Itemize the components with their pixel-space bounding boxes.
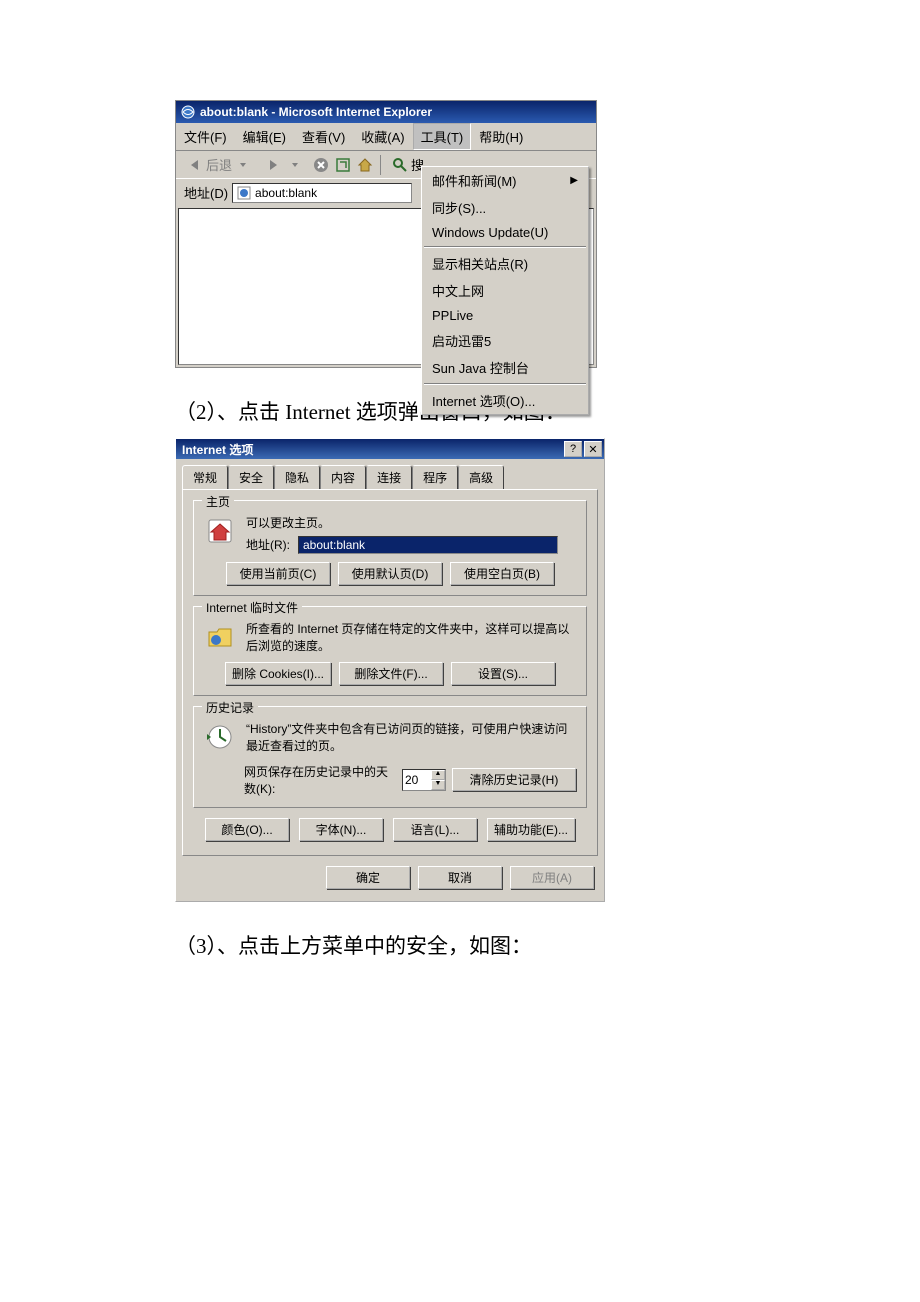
caption-step-3: （3）、点击上方菜单中的安全，如图： [175, 930, 920, 960]
address-value: about:blank [255, 186, 317, 200]
temp-files-desc: 所查看的 Internet 页存储在特定的文件夹中，这样可以提高以后浏览的速度。 [246, 621, 576, 655]
tab-strip: 常规 安全 隐私 内容 连接 程序 高级 [176, 459, 604, 489]
clear-history-button[interactable]: 清除历史记录(H) [452, 768, 576, 791]
use-blank-button[interactable]: 使用空白页(B) [450, 562, 554, 585]
dialog-titlebar: Internet 选项 ? ✕ [176, 439, 604, 459]
legend-history: 历史记录 [202, 699, 258, 716]
menu-item-java-console[interactable]: Sun Java 控制台 [422, 354, 588, 381]
languages-button[interactable]: 语言(L)... [393, 818, 477, 841]
back-label: 后退 [206, 155, 232, 174]
homepage-address-input[interactable]: about:blank [298, 536, 558, 554]
refresh-icon[interactable] [334, 156, 352, 174]
tab-page-general: 主页 可以更改主页。 地址(R): about:blank [182, 489, 598, 856]
menu-favorites[interactable]: 收藏(A) [353, 123, 412, 150]
tab-advanced[interactable]: 高级 [458, 465, 504, 489]
menu-item-pplive[interactable]: PPLive [422, 304, 588, 327]
ie-window-title: about:blank - Microsoft Internet Explore… [200, 105, 432, 119]
history-days-spinner[interactable]: ▲ ▼ [402, 769, 446, 791]
delete-cookies-button[interactable]: 删除 Cookies(I)... [225, 662, 331, 685]
homepage-desc: 可以更改主页。 [246, 515, 576, 532]
tools-dropdown-menu: 邮件和新闻(M)▶ 同步(S)... Windows Update(U) 显示相… [421, 166, 589, 415]
dialog-title: Internet 选项 [182, 441, 253, 458]
menu-item-related-sites[interactable]: 显示相关站点(R) [422, 250, 588, 277]
dropdown-icon [234, 156, 252, 174]
menu-separator [424, 383, 586, 385]
ie-titlebar: about:blank - Microsoft Internet Explore… [176, 101, 596, 123]
tab-content[interactable]: 内容 [320, 465, 366, 489]
menu-tools[interactable]: 工具(T) [413, 123, 472, 150]
search-icon [391, 156, 409, 174]
menu-file[interactable]: 文件(F) [176, 123, 235, 150]
tab-security[interactable]: 安全 [228, 465, 274, 489]
submenu-arrow-icon: ▶ [570, 175, 578, 186]
forward-button[interactable] [258, 155, 310, 175]
menu-item-sync[interactable]: 同步(S)... [422, 194, 588, 221]
internet-options-dialog: Internet 选项 ? ✕ 常规 安全 隐私 内容 连接 程序 高级 主页 [175, 438, 605, 902]
menu-edit[interactable]: 编辑(E) [235, 123, 294, 150]
apply-button[interactable]: 应用(A) [510, 866, 594, 889]
ie-window: about:blank - Microsoft Internet Explore… [175, 100, 597, 368]
use-default-button[interactable]: 使用默认页(D) [338, 562, 442, 585]
legend-homepage: 主页 [202, 493, 234, 510]
history-days-input[interactable] [403, 770, 431, 790]
menu-item-mail[interactable]: 邮件和新闻(M)▶ [422, 167, 588, 194]
fonts-button[interactable]: 字体(N)... [299, 818, 383, 841]
back-button[interactable]: 后退 [180, 154, 258, 175]
history-days-label: 网页保存在历史记录中的天数(K): [244, 763, 396, 797]
group-homepage: 主页 可以更改主页。 地址(R): about:blank [193, 500, 587, 596]
address-label: 地址(D) [180, 181, 232, 204]
tab-privacy[interactable]: 隐私 [274, 465, 320, 489]
spin-up-icon[interactable]: ▲ [431, 770, 445, 780]
ie-app-icon [180, 104, 196, 120]
tab-general[interactable]: 常规 [182, 465, 228, 489]
history-icon [204, 721, 236, 753]
tab-programs[interactable]: 程序 [412, 465, 458, 489]
dropdown-icon [286, 156, 304, 174]
ie-menubar: 文件(F) 编辑(E) 查看(V) 收藏(A) 工具(T) 帮助(H) [176, 123, 596, 151]
spin-down-icon[interactable]: ▼ [431, 780, 445, 790]
forward-arrow-icon [264, 156, 282, 174]
dialog-footer: 确定 取消 应用(A) [176, 856, 604, 901]
help-button[interactable]: ? [564, 441, 582, 457]
group-history: 历史记录 “History”文件夹中包含有已访问页的链接，可使用户快速访问最近查… [193, 706, 587, 808]
menu-help[interactable]: 帮助(H) [471, 123, 531, 150]
close-button[interactable]: ✕ [584, 441, 602, 457]
stop-icon[interactable] [312, 156, 330, 174]
back-arrow-icon [186, 156, 204, 174]
accessibility-button[interactable]: 辅助功能(E)... [487, 818, 575, 841]
page-icon [237, 186, 251, 200]
address-field-label: 地址(R): [246, 536, 290, 553]
legend-temp-files: Internet 临时文件 [202, 599, 302, 616]
cancel-button[interactable]: 取消 [418, 866, 502, 889]
ok-button[interactable]: 确定 [326, 866, 410, 889]
menu-item-internet-options[interactable]: Internet 选项(O)... [422, 387, 588, 414]
menu-item-chinese-net[interactable]: 中文上网 [422, 277, 588, 304]
colors-button[interactable]: 颜色(O)... [205, 818, 289, 841]
temp-files-icon [204, 621, 236, 653]
menu-view[interactable]: 查看(V) [294, 123, 353, 150]
address-box[interactable]: about:blank [232, 183, 412, 203]
tab-connections[interactable]: 连接 [366, 465, 412, 489]
general-bottom-buttons: 颜色(O)... 字体(N)... 语言(L)... 辅助功能(E)... [193, 818, 587, 841]
group-temp-files: Internet 临时文件 所查看的 Internet 页存储在特定的文件夹中，… [193, 606, 587, 697]
home-icon [204, 515, 236, 547]
temp-settings-button[interactable]: 设置(S)... [451, 662, 555, 685]
history-desc: “History”文件夹中包含有已访问页的链接，可使用户快速访问最近查看过的页。 [246, 721, 576, 755]
toolbar-separator [380, 155, 381, 175]
menu-item-xunlei[interactable]: 启动迅雷5 [422, 327, 588, 354]
use-current-button[interactable]: 使用当前页(C) [226, 562, 330, 585]
delete-files-button[interactable]: 删除文件(F)... [339, 662, 443, 685]
home-icon[interactable] [356, 156, 374, 174]
menu-item-windows-update[interactable]: Windows Update(U) [422, 221, 588, 244]
menu-separator [424, 246, 586, 248]
